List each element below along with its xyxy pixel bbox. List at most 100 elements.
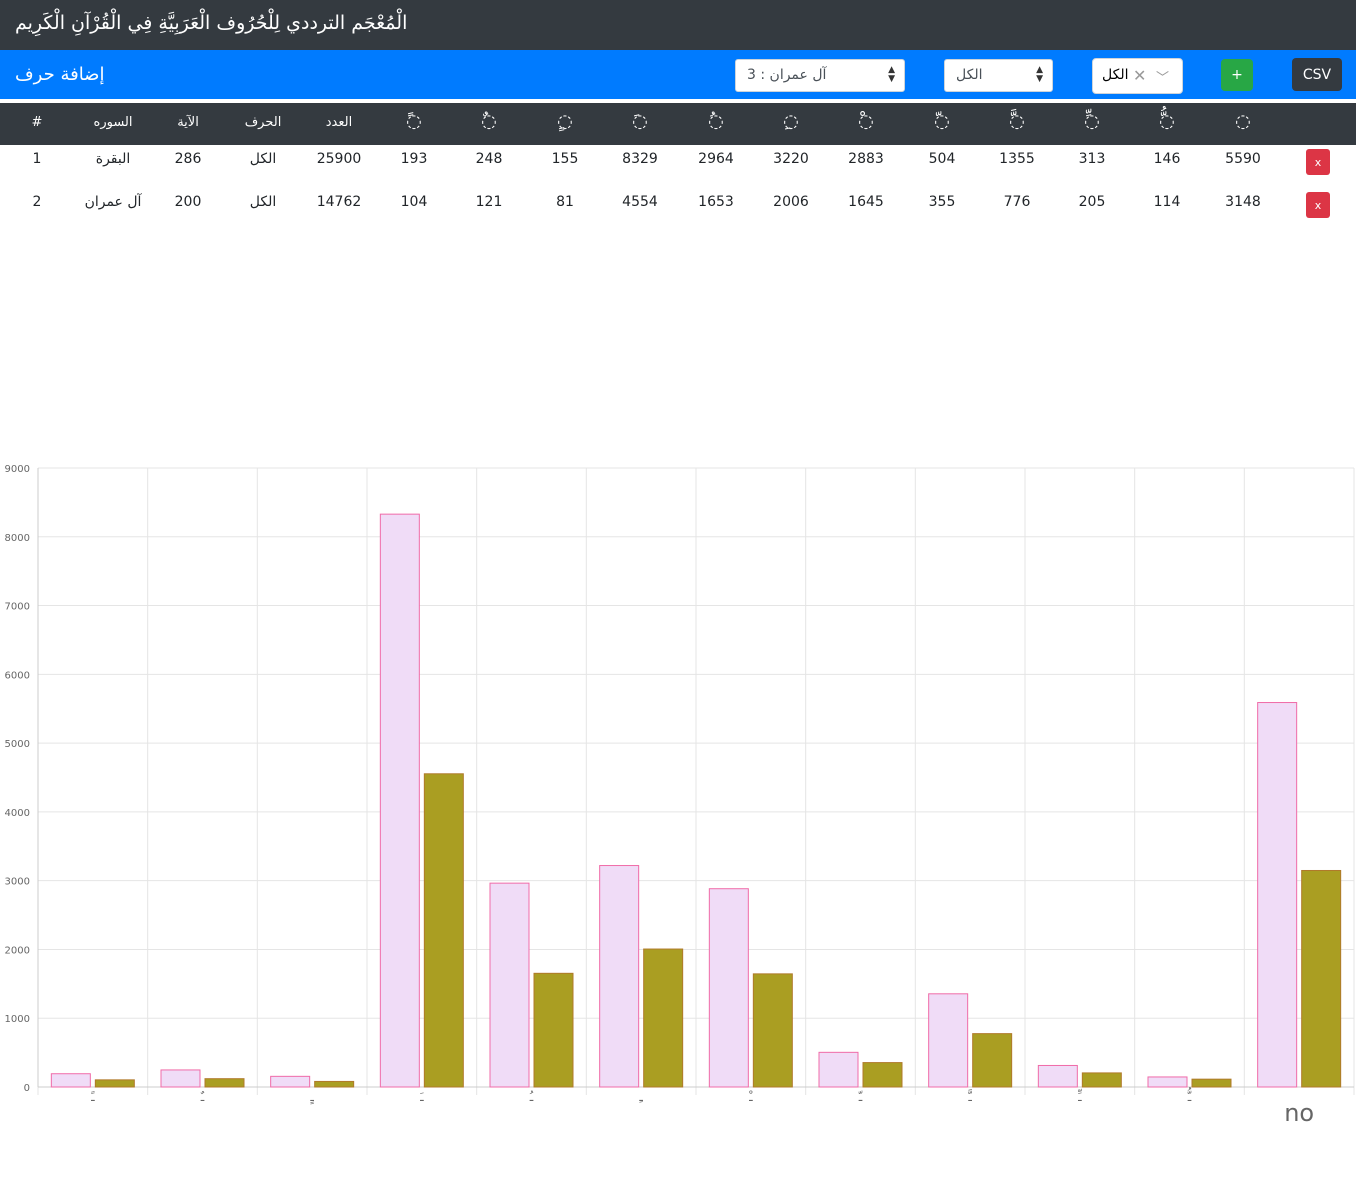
table-row: 1 البقرة 286 الكل 25900 193 248 155 8329…	[0, 145, 1356, 188]
cell-mark: 155	[551, 151, 579, 167]
cell-letter: الكل	[249, 151, 277, 167]
cell-mark: 248	[475, 151, 503, 167]
column-fatha: ◌َ	[632, 111, 648, 132]
x-tick-label: ـّ	[858, 1090, 863, 1104]
bar-chart: 0 1000 2000 3000 4000 5000 6000 7000 8000 9000 ـً ـ…	[5, 464, 1355, 1127]
mark-combobox[interactable]: الكل ✕ ﹀	[1092, 58, 1183, 94]
select-arrows-icon: ▲ ▼	[1036, 65, 1043, 84]
chevron-down-icon[interactable]: ﹀	[1156, 67, 1169, 86]
csv-export-button[interactable]: CSV	[1292, 58, 1342, 91]
bar	[1147, 1076, 1188, 1088]
cell-mark: 146	[1153, 151, 1181, 167]
cell-mark: 355	[928, 194, 956, 210]
cell-mark: 104	[400, 194, 428, 210]
column-no-mark: ◌	[1235, 111, 1251, 132]
column-letter: الحرف	[244, 115, 282, 130]
bar	[1301, 869, 1342, 1088]
x-tick-label: ـِّ	[1077, 1089, 1082, 1104]
cell-mark: 193	[400, 151, 428, 167]
clear-icon[interactable]: ✕	[1133, 66, 1146, 85]
x-tick-label: no	[1284, 1099, 1314, 1127]
bar	[379, 513, 420, 1088]
column-shadda: ◌ّ	[934, 111, 950, 132]
bar	[160, 1069, 201, 1088]
y-tick-label: 0	[24, 1083, 30, 1094]
bar	[50, 1073, 91, 1088]
surah-select-value: آل عمران : 3	[747, 67, 827, 83]
x-tick-label: ـُ	[529, 1090, 534, 1104]
x-tick-label: ـٍ	[309, 1090, 314, 1105]
y-tick-label: 6000	[5, 670, 30, 681]
y-tick-label: 9000	[5, 464, 30, 475]
column-shadda-kasra: ◌ِّ	[1084, 111, 1100, 132]
column-count: العدد	[325, 115, 353, 130]
cell-mark: 2006	[773, 194, 809, 210]
cell-mark: 81	[556, 194, 574, 210]
cell-mark: 114	[1153, 194, 1181, 210]
letter-select[interactable]: الكل ▲ ▼	[944, 59, 1053, 92]
cell-mark: 313	[1078, 151, 1106, 167]
bar	[314, 1080, 355, 1088]
bar	[1257, 702, 1298, 1088]
select-arrows-icon: ▲ ▼	[888, 65, 895, 84]
y-tick-label: 4000	[5, 808, 30, 819]
cell-mark: 2883	[848, 151, 884, 167]
cell-mark: 2964	[698, 151, 734, 167]
add-letter-heading: إضافة حرف	[15, 64, 105, 85]
column-shadda-damma: ◌ُّ	[1159, 111, 1175, 132]
column-surah: السوره	[93, 115, 133, 130]
cell-ayah: 200	[174, 194, 202, 210]
bar	[643, 948, 684, 1088]
cell-mark: 776	[1003, 194, 1031, 210]
y-tick-label: 8000	[5, 533, 30, 544]
bar	[972, 1033, 1013, 1088]
cell-count: 25900	[316, 151, 362, 167]
bar	[94, 1079, 135, 1088]
delete-row-button[interactable]: x	[1306, 192, 1330, 218]
table-header: # السوره الآية الحرف العدد ◌ً ◌ٌ ◌ٍ ◌َ ◌…	[0, 103, 1356, 145]
bar	[928, 993, 969, 1088]
column-tanwin-kasr: ◌ٍ	[557, 111, 573, 132]
cell-mark: 8329	[622, 151, 658, 167]
column-sukun: ◌ْ	[858, 111, 874, 132]
column-num: #	[31, 115, 43, 130]
x-tick-label: ـٌ	[200, 1090, 205, 1104]
bar	[1191, 1078, 1232, 1088]
table-row: 2 آل عمران 200 الكل 14762 104 121 81 455…	[0, 188, 1356, 231]
cell-surah: البقرة	[95, 151, 131, 167]
bar	[489, 882, 530, 1088]
y-tick-label: 3000	[5, 877, 30, 888]
cell-mark: 121	[475, 194, 503, 210]
mark-combobox-value: الكل	[1102, 67, 1129, 83]
bar	[1037, 1064, 1078, 1088]
x-tick-label: ـْ	[748, 1090, 753, 1104]
bar	[862, 1062, 903, 1088]
cell-mark: 1645	[848, 194, 884, 210]
bar	[204, 1078, 245, 1088]
add-button[interactable]: +	[1221, 59, 1253, 91]
delete-row-button[interactable]: x	[1306, 149, 1330, 175]
column-kasra: ◌ِ	[783, 111, 799, 132]
bar	[708, 888, 749, 1088]
x-tick-label: ـُّ	[1187, 1087, 1192, 1104]
cell-ayah: 286	[174, 151, 202, 167]
cell-mark: 3148	[1225, 194, 1261, 210]
letter-select-value: الكل	[956, 67, 983, 83]
cell-count: 14762	[316, 194, 362, 210]
cell-mark: 1653	[698, 194, 734, 210]
cell-mark: 5590	[1225, 151, 1261, 167]
cell-letter: الكل	[249, 194, 277, 210]
x-tick-label: ـَّ	[967, 1088, 972, 1104]
bar	[1081, 1072, 1122, 1088]
x-tick-label: ـِ	[638, 1090, 643, 1104]
bar	[818, 1051, 859, 1088]
bar	[533, 972, 574, 1088]
y-tick-label: 1000	[5, 1014, 30, 1025]
cell-mark: 504	[928, 151, 956, 167]
app-title-bar: الْمُعْجَم الترددي لِلْحُرُوف الْعَرَبِي…	[0, 0, 1356, 50]
y-tick-label: 5000	[5, 739, 30, 750]
y-tick-label: 2000	[5, 945, 30, 956]
surah-select[interactable]: آل عمران : 3 ▲ ▼	[735, 59, 905, 92]
bar	[599, 865, 640, 1088]
column-shadda-fatha: ◌َّ	[1009, 111, 1025, 132]
